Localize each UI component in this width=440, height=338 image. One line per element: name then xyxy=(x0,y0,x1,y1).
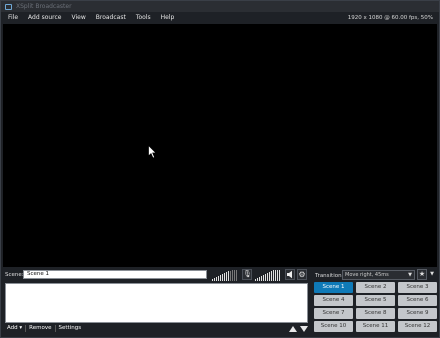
scene-button-9[interactable]: Scene 9 xyxy=(398,308,437,319)
source-toolbar: Add ▾ Remove Settings xyxy=(5,324,308,333)
window-title: XSplit Broadcaster xyxy=(16,3,72,10)
star-icon: ★ xyxy=(418,270,426,278)
menu-add-source[interactable]: Add source xyxy=(23,13,66,23)
scene-label: Scene: xyxy=(5,272,24,278)
menu-help[interactable]: Help xyxy=(156,13,180,23)
mic-muted-icon: 🎙 xyxy=(243,270,252,278)
chevron-down-icon: ▼ xyxy=(430,271,434,277)
scene-button-6[interactable]: Scene 6 xyxy=(398,295,437,306)
transition-label: Transition: xyxy=(315,273,344,279)
app-window: XSplit Broadcaster File Add source View … xyxy=(0,0,440,338)
scene-button-3[interactable]: Scene 3 xyxy=(398,282,437,293)
scene-button-2[interactable]: Scene 2 xyxy=(356,282,395,293)
mouse-cursor-icon xyxy=(148,145,157,159)
arrow-up-icon[interactable] xyxy=(289,325,297,332)
audio-settings-button[interactable]: ⚙ xyxy=(297,269,307,280)
scene-button-5[interactable]: Scene 5 xyxy=(356,295,395,306)
menu-file[interactable]: File xyxy=(1,13,23,23)
arrow-down-icon[interactable] xyxy=(300,325,308,332)
title-bar: XSplit Broadcaster xyxy=(1,1,439,12)
favorite-button[interactable]: ★ xyxy=(417,269,427,280)
gear-icon: ⚙ xyxy=(298,270,306,279)
transition-dropdown[interactable]: Move right, 45ms ▼ xyxy=(342,270,415,280)
scene-button-11[interactable]: Scene 11 xyxy=(356,321,395,332)
source-order-buttons xyxy=(289,324,308,333)
resolution-info[interactable]: 1920 x 1080 @ 60.00 fps, 50% xyxy=(348,13,433,23)
mic-volume-meter xyxy=(212,270,237,281)
remove-source-button[interactable]: Remove xyxy=(26,324,54,333)
menu-view[interactable]: View xyxy=(67,13,91,23)
transition-value: Move right, 45ms xyxy=(345,272,389,278)
scene-button-10[interactable]: Scene 10 xyxy=(314,321,353,332)
scene-button-1[interactable]: Scene 1 xyxy=(314,282,353,293)
scene-button-8[interactable]: Scene 8 xyxy=(356,308,395,319)
source-list[interactable] xyxy=(5,283,308,323)
xsplit-logo-icon xyxy=(5,3,12,10)
mic-mute-button[interactable]: 🎙 xyxy=(242,269,252,280)
preview-canvas[interactable] xyxy=(3,24,437,267)
speaker-icon xyxy=(287,270,292,279)
speaker-mute-button[interactable] xyxy=(285,269,295,280)
speaker-volume-meter xyxy=(255,270,280,281)
scene-button-7[interactable]: Scene 7 xyxy=(314,308,353,319)
scene-button-4[interactable]: Scene 4 xyxy=(314,295,353,306)
menu-broadcast[interactable]: Broadcast xyxy=(91,13,131,23)
scene-grid: Scene 1 Scene 2 Scene 3 Scene 4 Scene 5 … xyxy=(314,282,437,334)
menu-tools[interactable]: Tools xyxy=(131,13,156,23)
menu-bar: File Add source View Broadcast Tools Hel… xyxy=(1,13,439,23)
scene-name-field[interactable]: Scene 1 xyxy=(23,270,207,279)
favorite-menu-button[interactable]: ▼ xyxy=(428,269,436,280)
source-settings-button[interactable]: Settings xyxy=(56,324,85,333)
scene-button-12[interactable]: Scene 12 xyxy=(398,321,437,332)
chevron-down-icon: ▼ xyxy=(408,272,412,278)
add-source-button[interactable]: Add ▾ xyxy=(5,324,25,333)
